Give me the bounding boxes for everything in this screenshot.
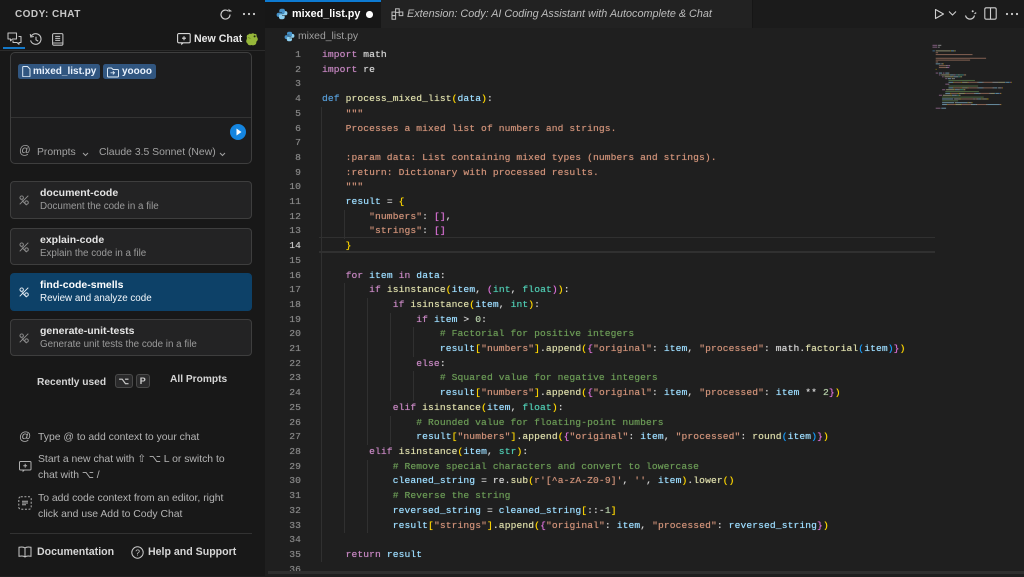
svg-text:?: ? [135, 548, 140, 558]
